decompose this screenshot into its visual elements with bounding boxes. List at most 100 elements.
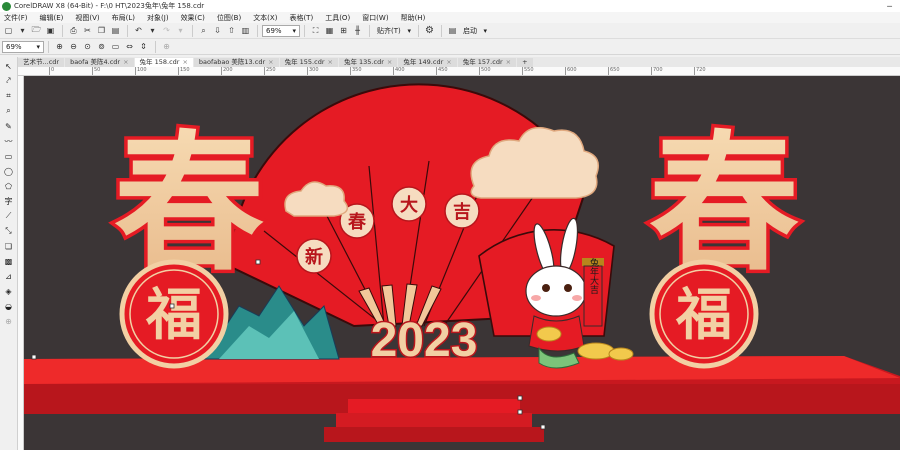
menu-layout[interactable]: 布局(L) [112, 13, 135, 23]
menu-window[interactable]: 窗口(W) [362, 13, 388, 23]
title-bar: CorelDRAW X8 (64-Bit) - F:\0 HT\2023兔年\兔… [0, 0, 900, 12]
paste-icon[interactable]: ▤ [109, 24, 122, 37]
transparency-tool-icon[interactable]: ▩ [2, 254, 16, 268]
tab-document[interactable]: 兔年 157.cdr × [457, 58, 517, 67]
menu-view[interactable]: 视图(V) [75, 13, 99, 23]
close-icon[interactable]: × [182, 58, 187, 67]
import-icon[interactable]: ⇩ [211, 24, 224, 37]
full-screen-icon[interactable]: ⛶ [309, 24, 322, 37]
eyedropper-icon[interactable]: ⊿ [2, 269, 16, 283]
redo-dropdown-icon[interactable]: ▾ [174, 24, 187, 37]
coreldraw-app-icon [2, 1, 11, 11]
tab-label: baofa 美陈4.cdr [70, 58, 121, 66]
close-icon[interactable]: × [268, 58, 273, 67]
drawing-canvas[interactable]: 新 春 大 吉 2023 兔年大吉 春 福 春 福 [24, 76, 900, 450]
zoom-height-icon[interactable]: ⇕ [137, 40, 150, 53]
polygon-tool-icon[interactable]: ⬠ [2, 179, 16, 193]
cut-icon[interactable]: ✂ [81, 24, 94, 37]
dropdown-arrow-icon[interactable]: ▾ [16, 24, 29, 37]
close-icon[interactable]: × [328, 58, 333, 67]
minimize-icon[interactable]: ─ [887, 2, 892, 11]
separator [127, 24, 128, 37]
toolbox: ↖ ⤤ ⌗ ⌕ ✎ 〰 ▭ ◯ ⬠ 字 ⟋ ⤡ ❏ ▩ ⊿ ◈ ◒ ⊕ [0, 57, 18, 450]
undo-dropdown-icon[interactable]: ▾ [146, 24, 159, 37]
stage [24, 356, 900, 442]
crop-tool-icon[interactable]: ⌗ [2, 89, 16, 103]
close-icon[interactable]: × [446, 58, 451, 67]
horizontal-ruler[interactable]: 0 50 100 150 200 250 300 350 400 450 500… [18, 67, 900, 76]
tab-document[interactable]: 兔年 155.cdr × [279, 58, 338, 67]
drop-shadow-icon[interactable]: ❏ [2, 239, 16, 253]
zoom-width-icon[interactable]: ⇔ [123, 40, 136, 53]
freehand-tool-icon[interactable]: ✎ [2, 119, 16, 133]
menu-tools[interactable]: 工具(O) [325, 13, 350, 23]
snap-to-menu[interactable]: 贴齐(T) ▾ [374, 25, 414, 37]
pick-tool-icon[interactable]: ↖ [2, 59, 16, 73]
property-bar: 69% ▾ ⊕ ⊖ ⊙ ⊚ ▭ ⇔ ⇕ ⊕ [0, 39, 900, 55]
menu-effects[interactable]: 效果(C) [181, 13, 205, 23]
text-tool-icon[interactable]: 字 [2, 194, 16, 208]
rulers-icon[interactable]: ▦ [323, 24, 336, 37]
zoom-level-combo[interactable]: 69% ▾ [262, 24, 300, 37]
close-icon[interactable]: × [387, 58, 392, 67]
menu-edit[interactable]: 编辑(E) [40, 13, 64, 23]
tab-document[interactable]: baofa 美陈4.cdr × [65, 58, 134, 67]
guidelines-icon[interactable]: ╫ [351, 24, 364, 37]
new-tab-button[interactable]: + [517, 58, 533, 67]
connector-tool-icon[interactable]: ⤡ [2, 224, 16, 238]
parallel-dimension-icon[interactable]: ⟋ [2, 209, 16, 223]
tab-document-active[interactable]: 兔年 158.cdr × [134, 58, 193, 67]
export-icon[interactable]: ⇧ [225, 24, 238, 37]
tab-document[interactable]: 艺术节...cdr [18, 58, 65, 67]
property-zoom-combo[interactable]: 69% ▾ [2, 40, 44, 53]
redo-icon[interactable]: ↷ [160, 24, 173, 37]
open-folder-icon[interactable]: 🗁 [30, 24, 43, 37]
separator [155, 40, 156, 53]
menu-help[interactable]: 帮助(H) [401, 13, 426, 23]
add-icon[interactable]: ⊕ [160, 40, 173, 53]
interactive-fill-icon[interactable]: ◈ [2, 284, 16, 298]
menu-file[interactable]: 文件(F) [4, 13, 28, 23]
tab-label: 兔年 135.cdr [343, 58, 384, 66]
application-launcher-menu[interactable]: 启动 ▾ [460, 25, 490, 37]
new-document-icon[interactable]: ▢ [2, 24, 15, 37]
menu-bitmaps[interactable]: 位图(B) [217, 13, 241, 23]
tab-label: 兔年 149.cdr [403, 58, 444, 66]
close-icon[interactable]: × [123, 58, 128, 67]
zoom-selected-icon[interactable]: ⊙ [81, 40, 94, 53]
ruler-tick: 0 [48, 67, 55, 75]
ruler-tick: 550 [522, 67, 534, 75]
menu-text[interactable]: 文本(X) [253, 13, 277, 23]
add-tool-icon[interactable]: ⊕ [2, 314, 16, 328]
options-gear-icon[interactable]: ⚙ [423, 24, 436, 37]
tab-document[interactable]: 兔年 149.cdr × [398, 58, 457, 67]
zoom-out-icon[interactable]: ⊖ [67, 40, 80, 53]
add-icon: + [522, 58, 528, 66]
menu-table[interactable]: 表格(T) [289, 13, 313, 23]
gold-ingots [577, 342, 634, 361]
undo-icon[interactable]: ↶ [132, 24, 145, 37]
save-icon[interactable]: ▣ [44, 24, 57, 37]
grid-icon[interactable]: ⊞ [337, 24, 350, 37]
ellipse-tool-icon[interactable]: ◯ [2, 164, 16, 178]
zoom-all-icon[interactable]: ⊚ [95, 40, 108, 53]
search-content-icon[interactable]: ⌕ [197, 24, 210, 37]
application-launcher-icon[interactable]: ▤ [446, 24, 459, 37]
print-icon[interactable]: ⎙ [67, 24, 80, 37]
copy-icon[interactable]: ❐ [95, 24, 108, 37]
artistic-media-icon[interactable]: 〰 [2, 134, 16, 148]
smart-fill-icon[interactable]: ◒ [2, 299, 16, 313]
menu-object[interactable]: 对象(J) [147, 13, 169, 23]
shape-tool-icon[interactable]: ⤤ [2, 74, 16, 88]
zoom-page-icon[interactable]: ▭ [109, 40, 122, 53]
zoom-tool-icon[interactable]: ⌕ [2, 104, 16, 118]
rectangle-tool-icon[interactable]: ▭ [2, 149, 16, 163]
publish-pdf-icon[interactable]: ▥ [239, 24, 252, 37]
tab-document[interactable]: 兔年 135.cdr × [338, 58, 398, 67]
close-icon[interactable]: × [506, 58, 511, 67]
zoom-in-icon[interactable]: ⊕ [53, 40, 66, 53]
launch-label: 启动 [463, 26, 477, 35]
tab-document[interactable]: baofabao 美陈13.cdr × [193, 58, 279, 67]
separator [192, 24, 193, 37]
ruler-tick: 400 [393, 67, 405, 75]
